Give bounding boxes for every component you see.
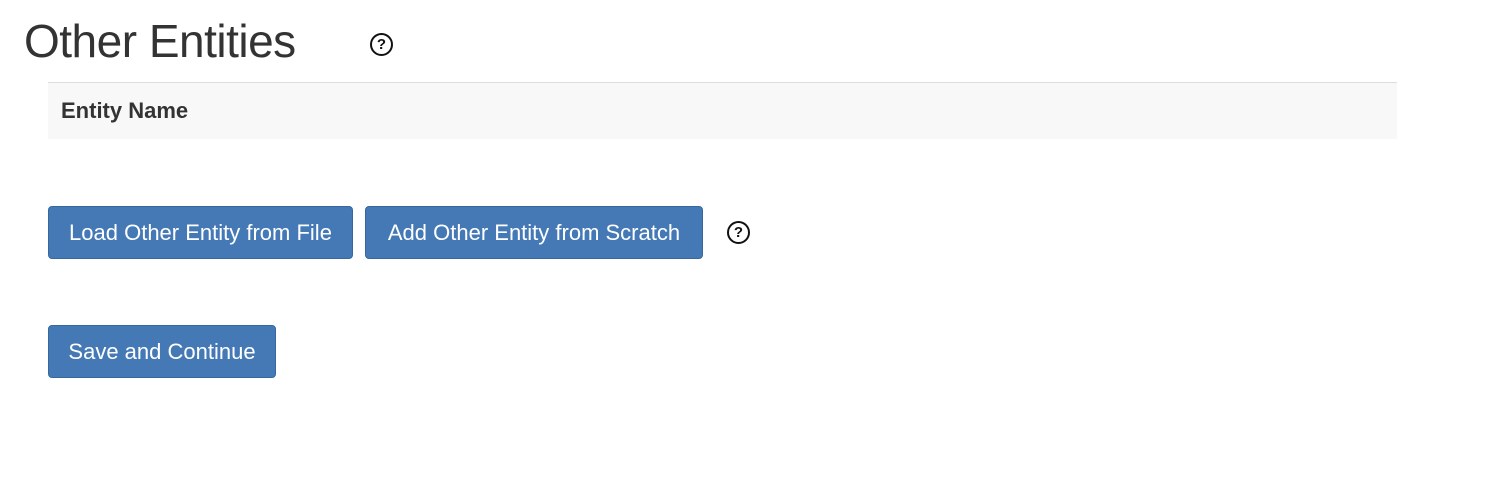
table-header-row: Entity Name xyxy=(48,82,1397,139)
entities-table: Entity Name xyxy=(48,82,1397,139)
save-and-continue-button[interactable]: Save and Continue xyxy=(48,325,276,378)
column-header-entity-name[interactable]: Entity Name xyxy=(48,82,1397,139)
load-from-file-button[interactable]: Load Other Entity from File xyxy=(48,206,353,259)
help-icon[interactable]: ? xyxy=(370,33,393,56)
add-from-scratch-button[interactable]: Add Other Entity from Scratch xyxy=(365,206,703,259)
help-icon[interactable]: ? xyxy=(727,221,750,244)
table-header: Entity Name xyxy=(48,82,1397,139)
page-title: Other Entities xyxy=(24,15,296,67)
